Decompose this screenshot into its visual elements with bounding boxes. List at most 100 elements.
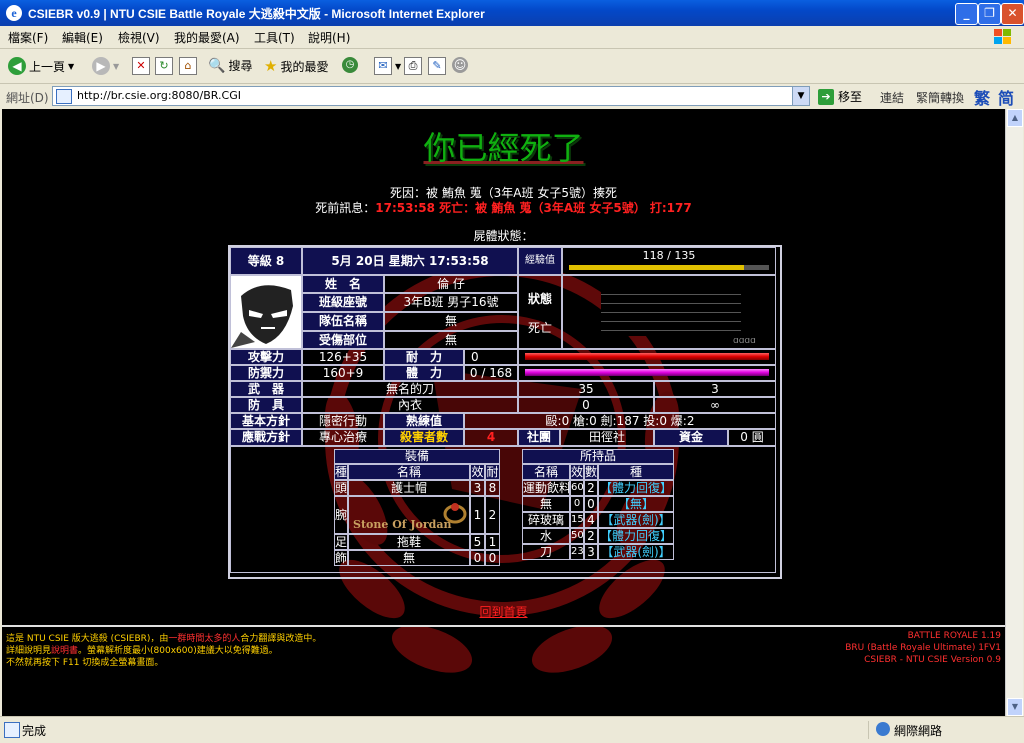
status-divider	[868, 721, 869, 739]
back-button[interactable]: ◀ 上一頁 ▼	[8, 57, 74, 75]
maximize-button[interactable]: ❐	[978, 3, 1001, 25]
status-label: 狀態	[527, 292, 552, 306]
table-row[interactable]: 碎玻璃 15 4 【武器(劍)】	[522, 512, 674, 528]
policy-label: 基本方針	[230, 413, 302, 429]
equip-name: 拖鞋	[348, 534, 470, 550]
name-value: 倫 仔	[384, 275, 518, 293]
history-icon: ◷	[342, 57, 358, 73]
history-button[interactable]: ◷	[342, 57, 358, 73]
table-row[interactable]: 飾 無 0 0	[334, 550, 500, 566]
table-row[interactable]: 運動飲料 60 2 【體力回復】	[522, 480, 674, 496]
address-dropdown-button[interactable]: ▼	[792, 87, 809, 105]
forward-dropdown-icon[interactable]: ▼	[113, 62, 119, 71]
battle-value[interactable]: 專心治療	[302, 429, 384, 446]
class-value: 3年B班 男子16號	[384, 293, 518, 312]
hp-bar-cell	[518, 349, 776, 365]
footer-line-3: 不然就再按下 F11 切換成全螢幕畫面。	[6, 658, 164, 668]
kills-label: 殺害者數	[384, 429, 464, 446]
menu-edit[interactable]: 編輯(E)	[62, 29, 103, 46]
policy-value[interactable]: 隱密行動	[302, 413, 384, 429]
menu-file[interactable]: 檔案(F)	[8, 29, 48, 46]
vertical-scrollbar[interactable]: ▲ ▼	[1005, 109, 1023, 716]
radar-cell: ɑɑɑɑ	[562, 275, 776, 349]
simplified-button[interactable]: 简	[998, 85, 1014, 109]
item-eff: 23	[570, 544, 584, 560]
forward-button[interactable]: ▶ ▼	[92, 57, 119, 75]
go-button[interactable]: ➔ 移至	[818, 88, 862, 105]
weapon-value: 無名的刀	[302, 381, 518, 397]
print-button[interactable]: ⎙	[404, 57, 422, 75]
back-to-home-link[interactable]: 回到首頁	[2, 603, 1005, 620]
address-input[interactable]: http://br.csie.org:8080/BR.CGI ▼	[52, 86, 810, 106]
equipment-header: 種 名稱 效 耐	[334, 464, 500, 480]
menu-favorites[interactable]: 我的最愛(A)	[174, 29, 240, 46]
windows-logo-icon	[994, 29, 1011, 44]
last-message-label: 死前訊息：	[315, 201, 376, 215]
mail-dropdown-icon[interactable]: ▼	[395, 62, 401, 71]
go-arrow-icon: ➔	[818, 88, 834, 105]
name-label: 姓 名	[302, 275, 384, 293]
item-type: 【體力回復】	[598, 480, 674, 496]
minimize-button[interactable]: _	[955, 3, 978, 25]
equip-header-slot: 種	[334, 464, 348, 480]
item-name: 無	[522, 496, 570, 512]
convert-button[interactable]: 緊簡轉換	[916, 89, 964, 106]
hp-value: 0	[464, 349, 518, 365]
menu-view[interactable]: 檢視(V)	[118, 29, 160, 46]
status-value: 死亡	[527, 321, 552, 335]
favorites-label: 我的最愛	[280, 59, 329, 74]
links-button[interactable]: 連結	[880, 89, 904, 106]
item-eff: 50	[570, 528, 584, 544]
footer-version-2[interactable]: BRU (Battle Royale Ultimate) 1FV1	[845, 643, 1001, 653]
menu-help[interactable]: 說明(H)	[308, 29, 350, 46]
avatar	[230, 275, 302, 349]
money-value: 0 圓	[728, 429, 776, 446]
back-dropdown-icon[interactable]: ▼	[68, 62, 74, 71]
skill-value: 毆:0 槍:0 劍:187 投:0 爆:2	[464, 413, 776, 429]
equip-name-cell: Stone Of Jordan	[348, 496, 470, 534]
address-url[interactable]: http://br.csie.org:8080/BR.CGI	[77, 89, 241, 102]
equip-eff: 0	[470, 550, 485, 566]
equip-eff: 5	[470, 534, 485, 550]
stop-button[interactable]: ✕	[132, 57, 150, 75]
table-row[interactable]: 無 0 0 【無】	[522, 496, 674, 512]
equipment-table: 裝備 種 名稱 效 耐 頭 護士帽 3 8 腕 Stone Of Jordan …	[334, 449, 500, 566]
home-icon: ⌂	[179, 57, 197, 75]
item-eff: 0	[570, 496, 584, 512]
favorites-button[interactable]: ★ 我的最愛	[264, 57, 328, 75]
refresh-button[interactable]: ↻	[155, 57, 173, 75]
skill-label: 熟練值	[384, 413, 464, 429]
scroll-up-button[interactable]: ▲	[1007, 109, 1023, 127]
exp-value: 118 / 135	[642, 249, 696, 262]
status-text: 完成	[22, 724, 47, 738]
def-label: 防禦力	[230, 365, 302, 381]
item-eff: 60	[570, 480, 584, 496]
item-name: 運動飲料	[522, 480, 570, 496]
home-button[interactable]: ⌂	[179, 57, 197, 75]
table-row[interactable]: 足 拖鞋 5 1	[334, 534, 500, 550]
table-row[interactable]: 刀 23 3 【武器(劍)】	[522, 544, 674, 560]
scroll-down-button[interactable]: ▼	[1007, 698, 1023, 716]
search-button[interactable]: 🔍 搜尋	[208, 57, 252, 74]
footer-version-1[interactable]: BATTLE ROYALE 1.19	[908, 631, 1001, 641]
menu-tools[interactable]: 工具(T)	[254, 29, 295, 46]
items-header-name: 名稱	[522, 464, 570, 480]
portrait-icon	[231, 276, 301, 348]
traditional-button[interactable]: 繁	[974, 85, 990, 109]
table-row[interactable]: 水 50 2 【體力回復】	[522, 528, 674, 544]
messenger-button[interactable]: ☺	[452, 57, 468, 73]
footer-version-3[interactable]: CSIEBR - NTU CSIE Version 0.9	[864, 655, 1001, 665]
table-row[interactable]: 腕 Stone Of Jordan 1 2	[334, 496, 500, 534]
page-done-icon	[4, 722, 20, 738]
messenger-icon: ☺	[452, 57, 468, 73]
hp-label: 耐 力	[384, 349, 464, 365]
window-titlebar[interactable]: e CSIEBR v0.9 | NTU CSIE Battle Royale 大…	[0, 0, 1024, 26]
mail-button[interactable]: ✉ ▼	[374, 57, 401, 75]
sp-bar-cell	[518, 365, 776, 381]
table-row[interactable]: 頭 護士帽 3 8	[334, 480, 500, 496]
edit-button[interactable]: ✎	[428, 57, 446, 75]
close-button[interactable]: ✕	[1001, 3, 1024, 25]
page-heading: 你已經死了	[423, 129, 584, 167]
items-header: 名稱 效 數 種	[522, 464, 674, 480]
zone-text: 網際網路	[894, 724, 943, 738]
